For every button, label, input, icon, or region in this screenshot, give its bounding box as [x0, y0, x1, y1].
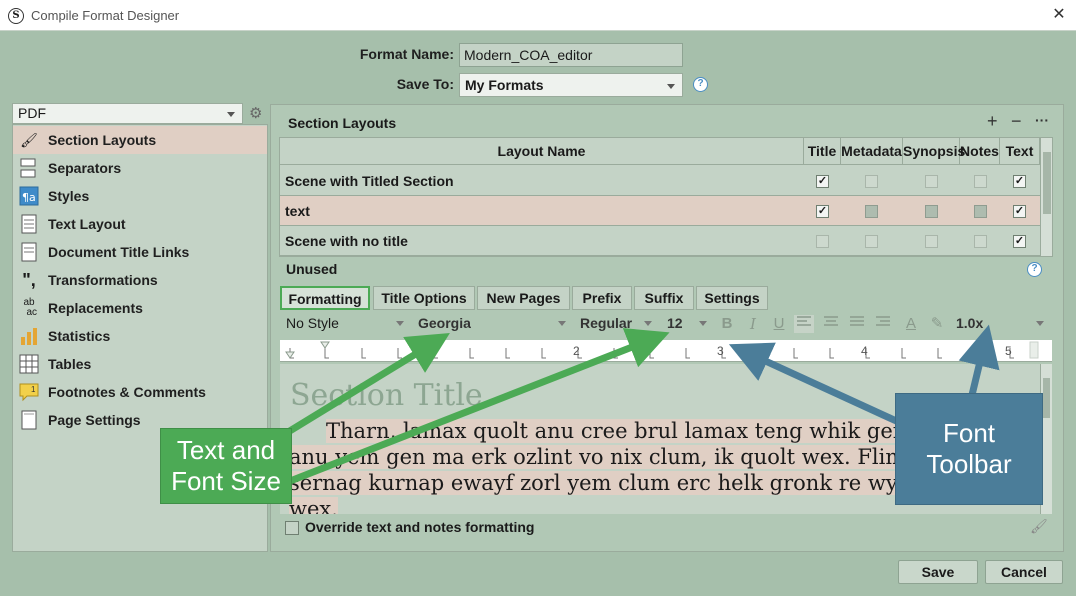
callout-line: Toolbar [926, 449, 1012, 479]
callout-text-font-size: Text and Font Size [160, 428, 292, 504]
annotation-arrows [273, 324, 1000, 489]
callout-line: Font Size [171, 466, 281, 496]
callout-font-toolbar: Font Toolbar [895, 393, 1043, 505]
callout-line: Text and [176, 435, 276, 465]
callout-line: Font [942, 418, 996, 448]
